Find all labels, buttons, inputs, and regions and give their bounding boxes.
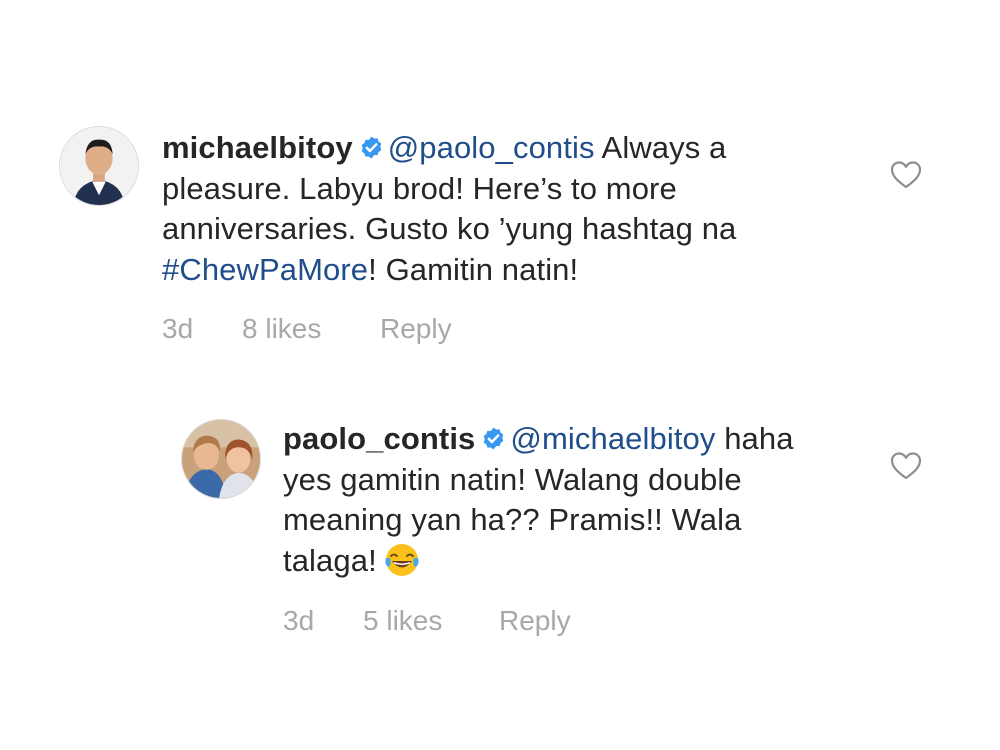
likes-count[interactable]: 5 likes [363, 605, 442, 637]
comment-meta: 3d 5 likes Reply [283, 605, 683, 639]
mention-link[interactable]: @michaelbitoy [510, 421, 715, 456]
comment-username[interactable]: paolo_contis [283, 421, 475, 456]
verified-badge-icon [481, 426, 506, 451]
comment-time: 3d [283, 605, 315, 636]
reply-button[interactable]: Reply [499, 605, 571, 637]
comment-body: paolo_contis @michaelbitoy haha yes gamit… [283, 419, 843, 581]
avatar[interactable] [181, 419, 261, 499]
face-with-tears-of-joy-icon [383, 541, 421, 579]
like-heart-icon[interactable] [890, 451, 922, 481]
comment-paolo-contis: paolo_contis @michaelbitoy haha yes gamit… [0, 0, 1000, 750]
avatar-photo [182, 420, 260, 498]
